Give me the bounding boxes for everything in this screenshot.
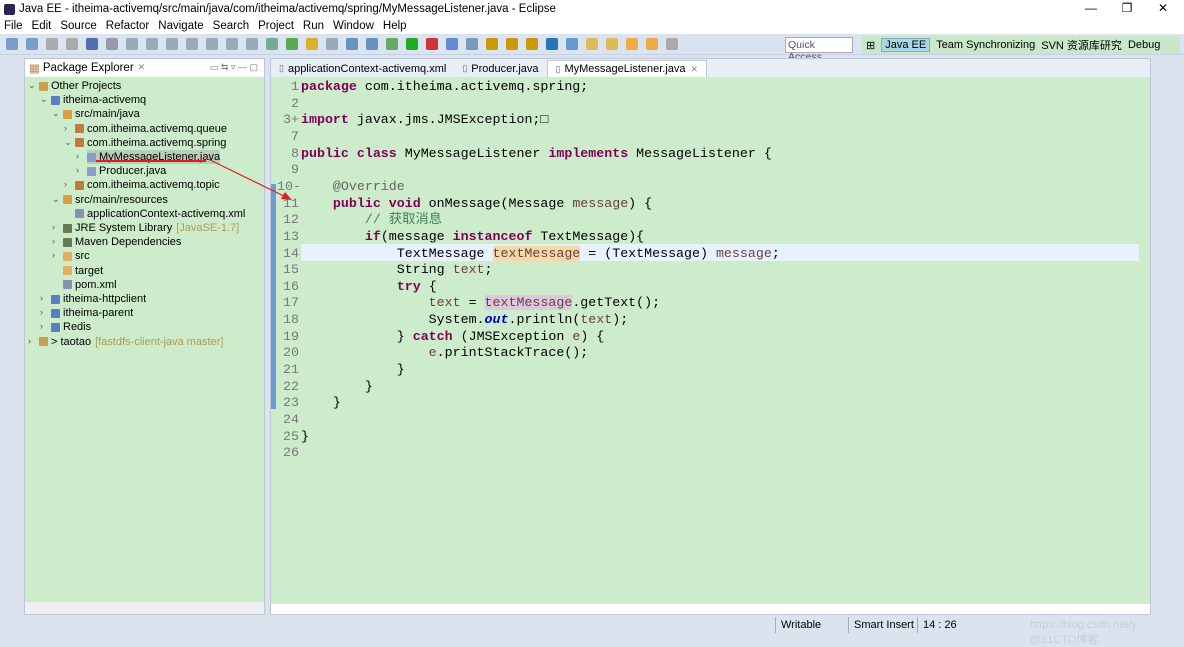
status-bar: Writable Smart Insert 14 : 26 https://bl… xyxy=(0,615,1184,646)
status-cursor-position: 14 : 26 xyxy=(923,619,957,631)
annotation-arrow xyxy=(96,157,292,200)
status-insert-mode: Smart Insert xyxy=(854,619,914,631)
watermark: https://blog.csdn.net/y @51CTO博客 xyxy=(1030,619,1138,646)
arrow-line xyxy=(205,157,289,199)
status-writable: Writable xyxy=(781,619,822,631)
